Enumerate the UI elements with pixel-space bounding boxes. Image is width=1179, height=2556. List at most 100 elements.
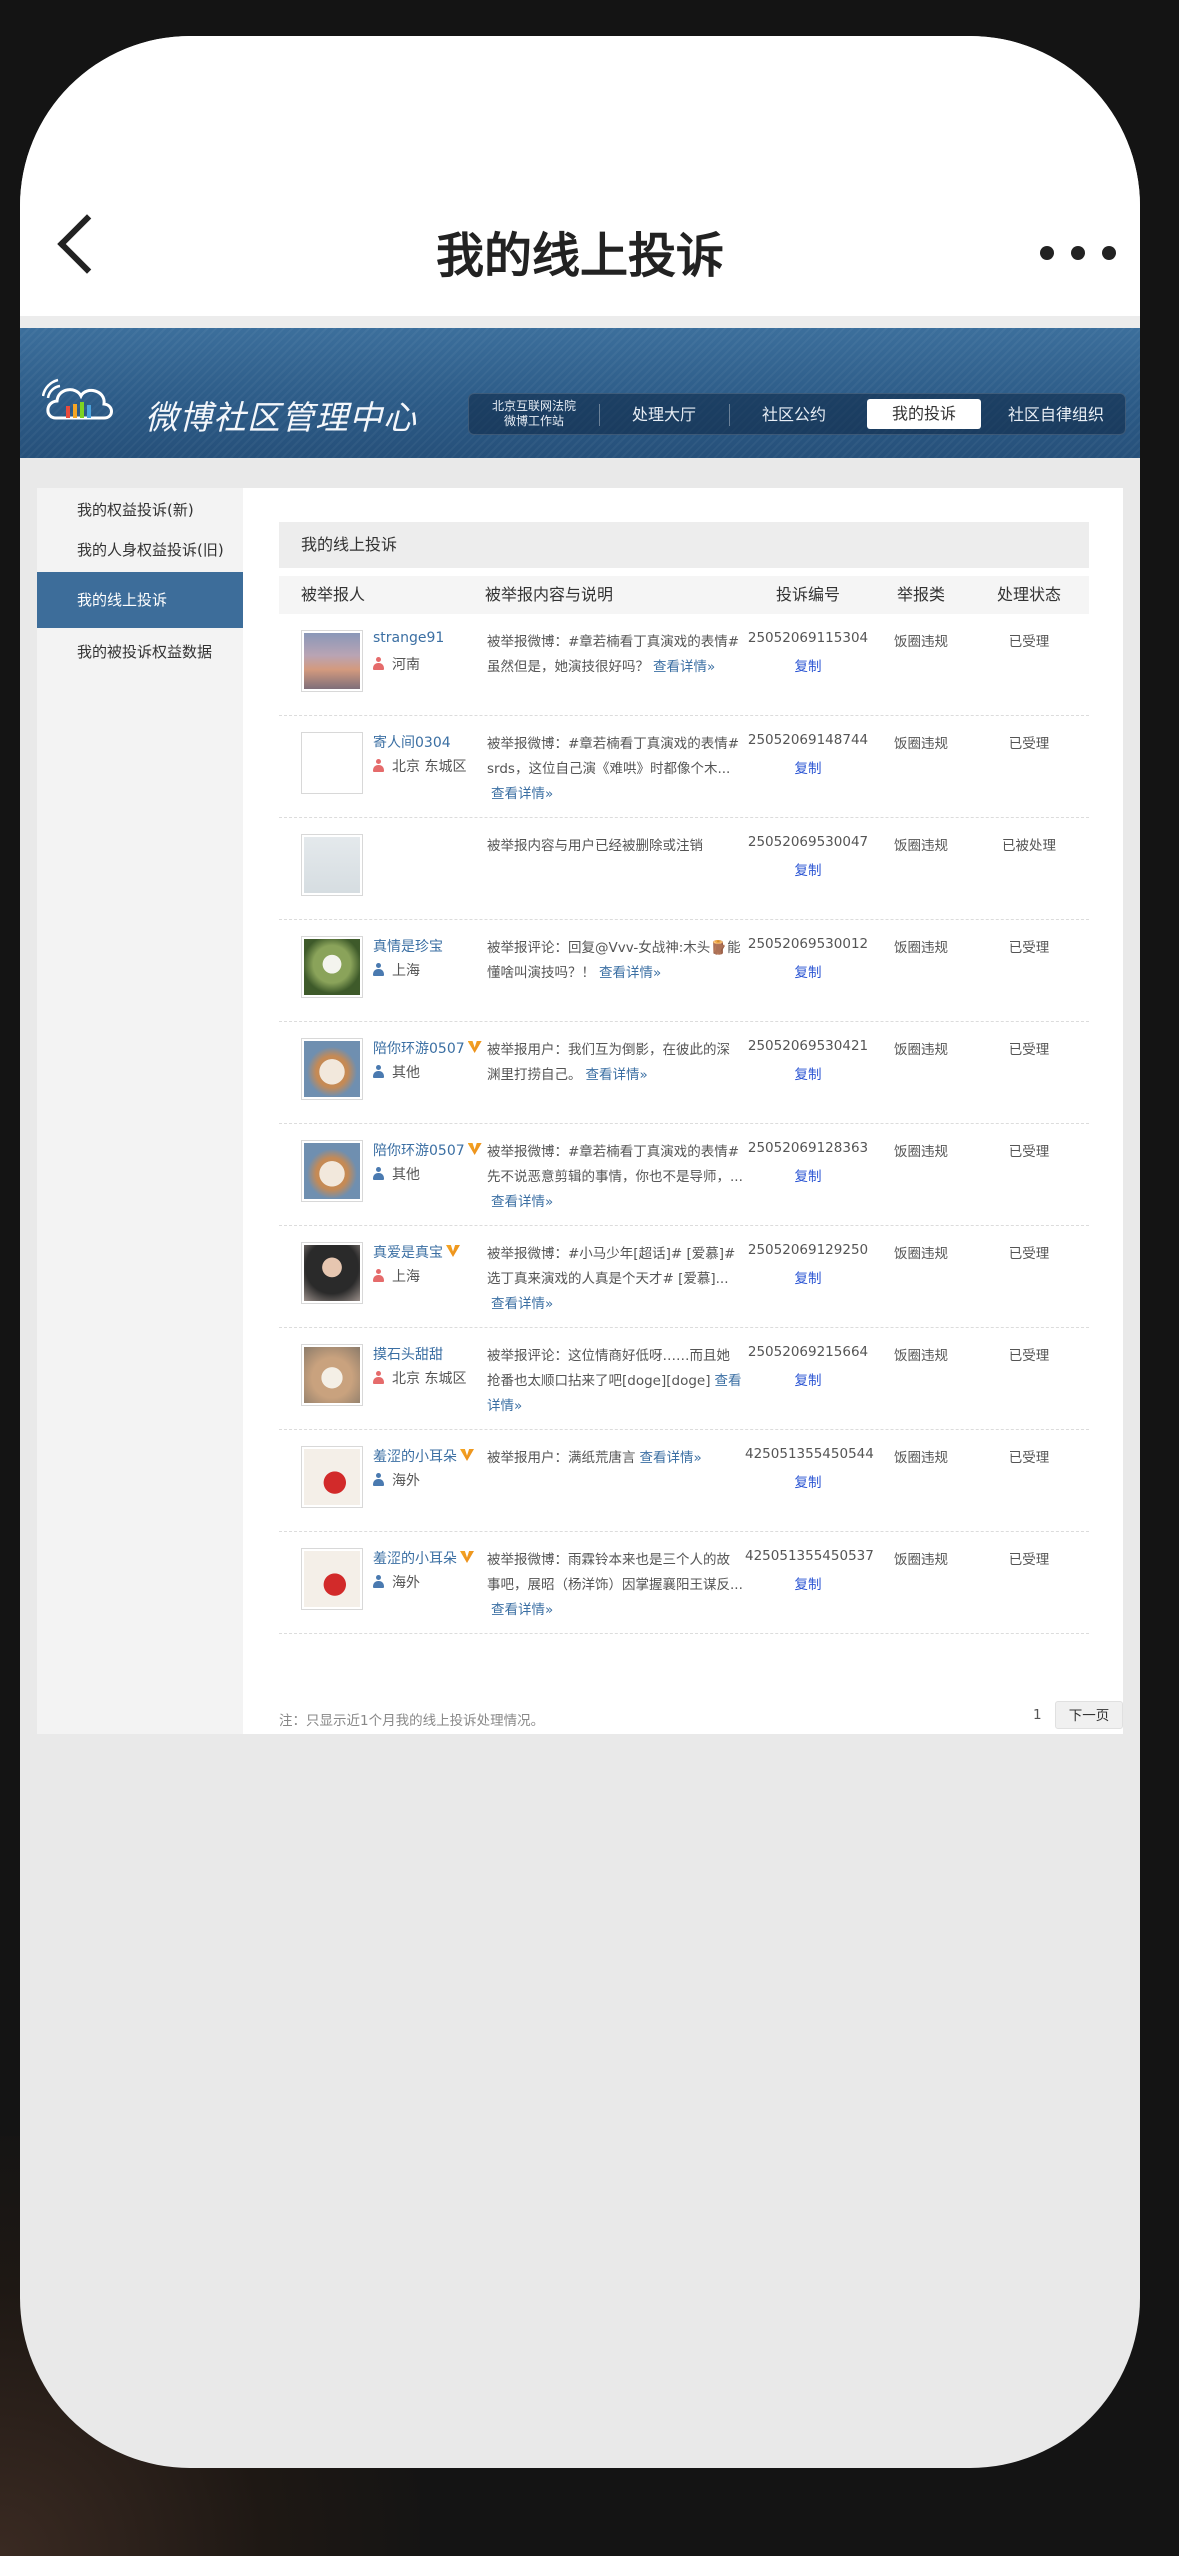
complaint-description: 被举报微博：#章若楠看丁真演戏的表情#先不说恶意剪辑的事情，你也不是导师，...… bbox=[487, 1140, 743, 1215]
nickname-text: 陪你环游0507 bbox=[373, 1143, 465, 1159]
avatar[interactable] bbox=[301, 834, 363, 896]
col-category: 举报类 bbox=[896, 585, 945, 604]
avatar[interactable] bbox=[301, 1140, 363, 1202]
copy-id-link[interactable]: 复制 bbox=[745, 1165, 871, 1185]
user-nickname[interactable]: 陪你环游0507 bbox=[373, 1038, 482, 1058]
avatar[interactable] bbox=[301, 1446, 363, 1508]
complaint-category: 饭圈违规 bbox=[894, 1552, 948, 1568]
page-number[interactable]: 1 bbox=[1033, 1707, 1042, 1723]
tab-self-discipline[interactable]: 社区自律组织 bbox=[987, 394, 1125, 436]
person-icon bbox=[373, 1167, 384, 1180]
complaint-category: 饭圈违规 bbox=[894, 1144, 948, 1160]
description-text: 被举报微博：雨霖铃本来也是三个人的故事吧，展昭（杨洋饰）因掌握襄阳王谋反... bbox=[487, 1552, 743, 1593]
nickname-text: strange91 bbox=[373, 630, 445, 646]
view-details-link[interactable]: 查看详情» bbox=[653, 659, 715, 675]
ellipsis-icon[interactable] bbox=[1040, 246, 1120, 260]
tab-my-complaints[interactable]: 我的投诉 bbox=[867, 399, 981, 429]
table-row: 陪你环游0507 其他 被举报用户：我们互为倒影，在彼此的深渊里打捞自己。 查看详情»… bbox=[279, 1022, 1089, 1124]
complaint-category: 饭圈违规 bbox=[894, 1348, 948, 1364]
copy-id-link[interactable]: 复制 bbox=[745, 1573, 871, 1593]
avatar[interactable] bbox=[301, 1548, 363, 1610]
location-text: 河南 bbox=[392, 657, 420, 673]
next-page-button[interactable]: 下一页 bbox=[1055, 1701, 1123, 1729]
complaint-description: 被举报微博：#小马少年[超话]# [爱慕]#选丁真来演戏的人真是个天才# [爱慕… bbox=[487, 1242, 743, 1317]
view-details-link[interactable]: 查看详情» bbox=[491, 786, 553, 802]
status-badge: 已受理 bbox=[1008, 634, 1050, 650]
copy-id-link[interactable]: 复制 bbox=[745, 1267, 871, 1287]
complaint-category: 饭圈违规 bbox=[894, 1042, 948, 1058]
user-nickname[interactable]: 羞涩的小耳朵 bbox=[373, 1548, 474, 1568]
main-area: 我的线上投诉 被举报人 被举报内容与说明 投诉编号 举报类 处理状态 stran… bbox=[243, 488, 1123, 1734]
person-icon bbox=[373, 1371, 384, 1384]
complaint-id: 25052069115304 bbox=[747, 630, 869, 646]
user-nickname[interactable]: 真爱是真宝 bbox=[373, 1242, 460, 1262]
view-details-link[interactable]: 查看详情» bbox=[586, 1067, 648, 1083]
table-row: 被举报内容与用户已经被删除或注销 25052069530047 复制 饭圈违规 已被处理 bbox=[279, 818, 1089, 920]
avatar[interactable] bbox=[301, 1344, 363, 1406]
user-location: 其他 bbox=[373, 1062, 420, 1082]
avatar[interactable] bbox=[301, 630, 363, 692]
nickname-text: 寄人间0304 bbox=[373, 735, 451, 751]
complaint-description: 被举报微博：#章若楠看丁真演戏的表情#虽然但是，她演技很好吗？ 查看详情» bbox=[487, 630, 743, 680]
user-nickname[interactable]: 陪你环游0507 bbox=[373, 1140, 482, 1160]
tab-hall[interactable]: 处理大厅 bbox=[599, 394, 729, 436]
copy-id-link[interactable]: 复制 bbox=[745, 1063, 871, 1083]
sidebar-item-personal-old[interactable]: 我的人身权益投诉(旧) bbox=[37, 528, 243, 572]
sidebar-item-online[interactable]: 我的线上投诉 bbox=[37, 572, 243, 628]
verified-v-icon bbox=[467, 1143, 482, 1155]
complaint-category: 饭圈违规 bbox=[894, 1246, 948, 1262]
view-details-link[interactable]: 查看详情» bbox=[491, 1296, 553, 1312]
user-nickname[interactable]: 摸石头甜甜 bbox=[373, 1344, 443, 1364]
complaint-description: 被举报微博：雨霖铃本来也是三个人的故事吧，展昭（杨洋饰）因掌握襄阳王谋反... 查… bbox=[487, 1548, 743, 1623]
user-nickname[interactable]: 寄人间0304 bbox=[373, 732, 451, 752]
tab-convention[interactable]: 社区公约 bbox=[729, 394, 859, 436]
view-details-link[interactable]: 查看详情» bbox=[640, 1450, 702, 1466]
cloud-logo-icon bbox=[42, 378, 113, 420]
location-text: 海外 bbox=[392, 1473, 420, 1489]
chevron-left-icon[interactable] bbox=[57, 214, 117, 274]
tab-court[interactable]: 北京互联网法院 微博工作站 bbox=[469, 399, 599, 429]
sidebar-item-complained[interactable]: 我的被投诉权益数据 bbox=[37, 630, 243, 674]
nickname-text: 真情是珍宝 bbox=[373, 939, 443, 955]
user-nickname[interactable]: 真情是珍宝 bbox=[373, 936, 443, 956]
user-location: 海外 bbox=[373, 1572, 420, 1592]
avatar[interactable] bbox=[301, 1242, 363, 1304]
person-icon bbox=[373, 1065, 384, 1078]
copy-id-link[interactable]: 复制 bbox=[745, 1369, 871, 1389]
person-icon bbox=[373, 1575, 384, 1588]
user-nickname[interactable]: 羞涩的小耳朵 bbox=[373, 1446, 474, 1466]
user-nickname[interactable]: strange91 bbox=[373, 630, 444, 646]
complaint-description: 被举报评论：这位情商好低呀……而且她抢番也太顺口拈来了吧[doge][doge]… bbox=[487, 1344, 743, 1419]
copy-id-link[interactable]: 复制 bbox=[745, 961, 871, 981]
nickname-text: 真爱是真宝 bbox=[373, 1245, 443, 1261]
status-badge: 已受理 bbox=[1008, 1552, 1050, 1568]
sidebar-item-rights-new[interactable]: 我的权益投诉(新) bbox=[37, 488, 243, 532]
status-badge: 已受理 bbox=[1008, 1450, 1050, 1466]
complaint-description: 被举报用户：满纸荒唐言 查看详情» bbox=[487, 1446, 743, 1471]
copy-id-link[interactable]: 复制 bbox=[745, 655, 871, 675]
table-row: 真情是珍宝 上海 被举报评论：回复@Vvv-女战神:木头🪵能懂啥叫演技吗？！ 查看详情… bbox=[279, 920, 1089, 1022]
complaint-id: 425051355450544 bbox=[745, 1446, 874, 1462]
copy-id-link[interactable]: 复制 bbox=[745, 859, 871, 879]
location-text: 北京 东城区 bbox=[392, 1371, 467, 1387]
location-text: 海外 bbox=[392, 1575, 420, 1591]
view-details-link[interactable]: 查看详情» bbox=[491, 1602, 553, 1618]
avatar-image bbox=[304, 837, 360, 893]
view-details-link[interactable]: 查看详情» bbox=[599, 965, 661, 981]
avatar-image bbox=[304, 1551, 360, 1607]
status-badge: 已被处理 bbox=[1002, 838, 1056, 854]
avatar[interactable] bbox=[301, 1038, 363, 1100]
nickname-text: 摸石头甜甜 bbox=[373, 1347, 443, 1363]
avatar-image bbox=[304, 633, 360, 689]
complaint-description: 被举报评论：回复@Vvv-女战神:木头🪵能懂啥叫演技吗？！ 查看详情» bbox=[487, 936, 743, 986]
table-header: 被举报人 被举报内容与说明 投诉编号 举报类 处理状态 bbox=[279, 576, 1089, 614]
avatar[interactable] bbox=[301, 732, 363, 794]
description-text: 被举报评论：这位情商好低呀……而且她抢番也太顺口拈来了吧[doge][doge] bbox=[487, 1348, 730, 1389]
avatar[interactable] bbox=[301, 936, 363, 998]
nickname-text: 陪你环游0507 bbox=[373, 1041, 465, 1057]
status-badge: 已受理 bbox=[1008, 1144, 1050, 1160]
copy-id-link[interactable]: 复制 bbox=[745, 1471, 871, 1491]
view-details-link[interactable]: 查看详情» bbox=[491, 1194, 553, 1210]
copy-id-link[interactable]: 复制 bbox=[745, 757, 871, 777]
complaint-description: 被举报微博：#章若楠看丁真演戏的表情#srds，这位自己演《难哄》时都像个木..… bbox=[487, 732, 743, 807]
